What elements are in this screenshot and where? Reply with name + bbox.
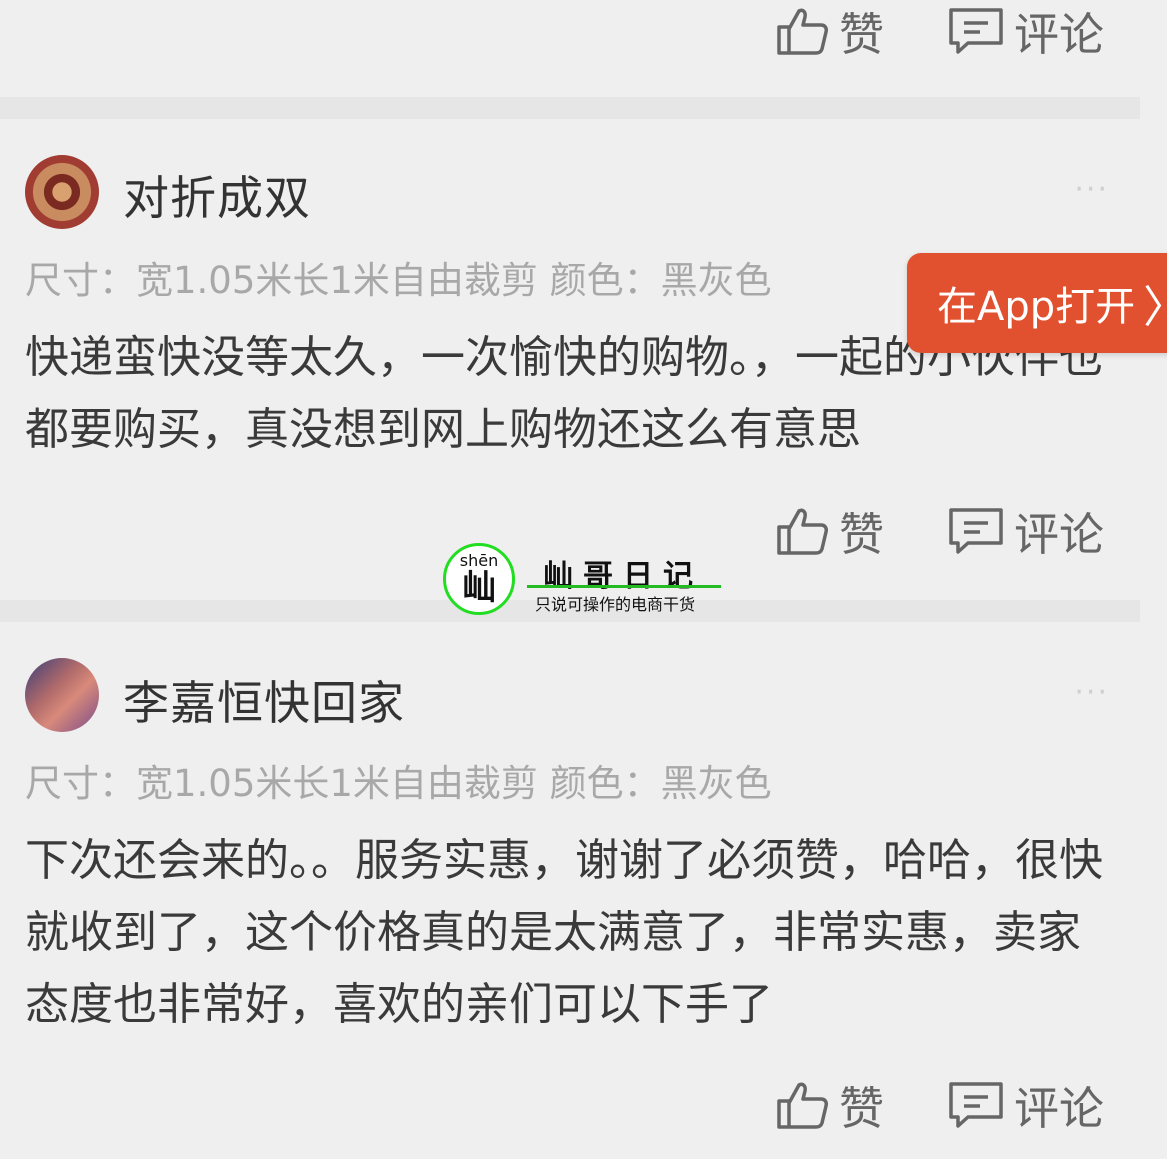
like-button[interactable]: 赞 [775,498,884,563]
thumbs-up-icon [777,1082,828,1129]
more-dots-icon[interactable]: ··· [1074,675,1109,710]
section-divider [0,97,1140,119]
like-button[interactable]: 赞 [775,1072,884,1137]
chevron-right-icon: 〉 [1143,271,1167,335]
watermark-title: 屾哥日记 [543,559,703,594]
product-spec: 尺寸：宽1.05米长1米自由裁剪 颜色：黑灰色 [25,762,772,805]
open-in-app-label: 在App打开 [937,284,1136,330]
comment-icon [949,1081,1003,1128]
open-in-app-button[interactable]: 在App打开 〉 [907,253,1167,353]
like-label: 赞 [839,8,885,61]
watermark-char: 屾 [462,568,496,608]
comment-icon [949,507,1003,554]
watermark-subtitle: 只说可操作的电商干货 [535,595,696,614]
username[interactable]: 对折成双 [123,162,311,228]
comment-label: 评论 [1014,1082,1105,1135]
like-label: 赞 [839,508,885,561]
avatar[interactable] [25,658,99,732]
comment-button[interactable]: 评论 [948,498,1104,563]
comment-label: 评论 [1014,8,1105,61]
review-content: 下次还会来的。。服务实惠，谢谢了必须赞，哈哈，很快就收到了，这个价格真的是太满意… [25,835,1103,1030]
like-button[interactable]: 赞 [775,0,884,63]
like-label: 赞 [839,1082,885,1135]
thumbs-up-icon [777,508,828,555]
username[interactable]: 李嘉恒快回家 [123,667,405,733]
comment-button[interactable]: 评论 [948,0,1104,63]
thumbs-up-icon [777,8,828,55]
watermark-badge: shēn 屾 [443,543,515,615]
avatar[interactable] [25,155,99,229]
watermark-underline [527,585,721,588]
watermark-logo: shēn 屾 屾哥日记 只说可操作的电商干货 [443,543,733,619]
product-spec: 尺寸：宽1.05米长1米自由裁剪 颜色：黑灰色 [25,259,772,302]
comment-button[interactable]: 评论 [948,1072,1104,1137]
more-dots-icon[interactable]: ··· [1074,172,1109,207]
comment-label: 评论 [1014,508,1105,561]
comment-icon [949,7,1003,54]
